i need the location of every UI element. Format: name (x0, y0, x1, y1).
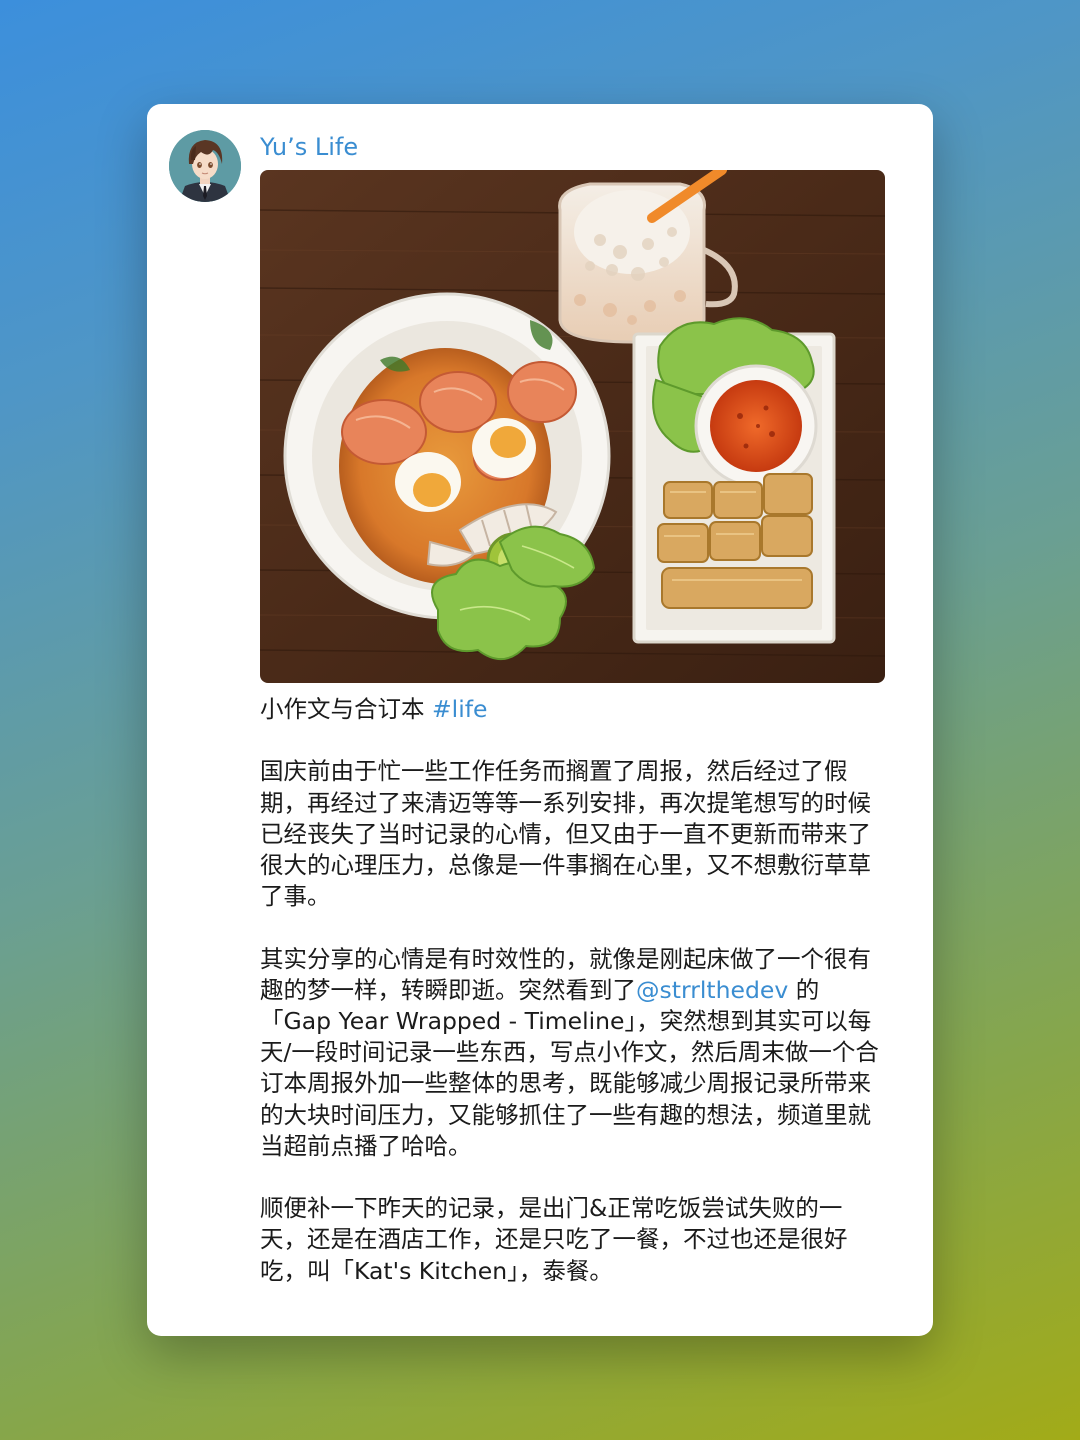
channel-name[interactable]: Yu’s Life (260, 130, 358, 164)
anime-boy-avatar-icon (169, 130, 241, 202)
post-body: 小作文与合订本 #life 国庆前由于忙一些工作任务而搁置了周报，然后经过了假期… (260, 694, 888, 1287)
post-paragraph-3: 顺便补一下昨天的记录，是出门&正常吃饭尝试失败的一天，还是在酒店工作，还是只吃了… (260, 1194, 848, 1285)
channel-avatar[interactable] (169, 130, 241, 202)
hashtag-link[interactable]: #life (432, 695, 487, 723)
thai-food-photo-icon (260, 170, 885, 683)
post-paragraph-1: 国庆前由于忙一些工作任务而搁置了周报，然后经过了假期，再经过了来清迈等等一系列安… (260, 757, 871, 911)
post-card: Yu’s Life 小作文与合订本 #life 国庆前由于忙一些工作任务而搁置了… (147, 104, 933, 1336)
post-title-text: 小作文与合订本 (260, 695, 425, 723)
post-title-line: 小作文与合订本 #life (260, 694, 888, 725)
mention-link[interactable]: @strrlthedev (636, 976, 788, 1004)
post-paragraph-2: 其实分享的心情是有时效性的，就像是刚起床做了一个很有趣的梦一样，转瞬即逝。突然看… (260, 944, 888, 1162)
post-photo[interactable] (260, 170, 885, 683)
